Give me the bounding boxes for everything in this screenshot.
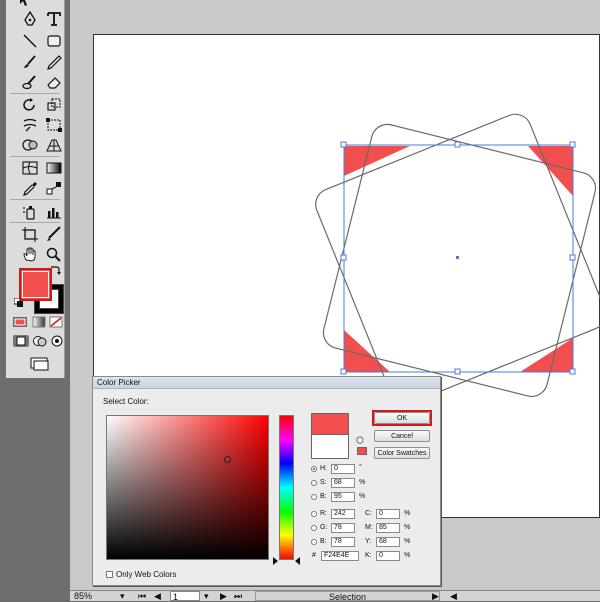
b-field[interactable]: 95: [331, 492, 355, 502]
status-bar: 85% ▾ ⏮ ◀ 1 ▾ ▶ ⏭ Selection ▶ ◀: [70, 590, 600, 602]
blue-radio[interactable]: [311, 539, 317, 545]
blue-field[interactable]: 78: [331, 537, 355, 547]
draw-behind-icon[interactable]: [32, 334, 48, 348]
b-unit: %: [359, 493, 366, 500]
scale-tool-icon[interactable]: [43, 95, 65, 115]
eyedropper-tool-icon[interactable]: [19, 178, 41, 198]
c-unit: %: [404, 510, 411, 517]
m-label: M:: [365, 524, 373, 531]
blend-tool-icon[interactable]: [43, 178, 65, 198]
hex-field[interactable]: F24E4E: [321, 551, 359, 561]
color-picker-dialog: Color Picker Select Color: ⬡ OK Cancel C…: [92, 376, 441, 586]
ok-button[interactable]: OK: [374, 412, 430, 424]
c-label: C:: [365, 510, 372, 517]
pencil-tool-icon[interactable]: [43, 52, 65, 72]
pen-tool-icon[interactable]: [19, 9, 41, 29]
line-tool-icon[interactable]: [19, 31, 41, 51]
hue-slider-right-marker[interactable]: [295, 557, 300, 565]
zoom-tool-icon[interactable]: [43, 244, 65, 264]
color-field-marker[interactable]: [224, 456, 231, 463]
h-radio[interactable]: [311, 466, 317, 472]
m-unit: %: [404, 524, 411, 531]
blob-brush-tool-icon[interactable]: [19, 72, 41, 92]
r-radio[interactable]: [311, 511, 317, 517]
type-tool-icon[interactable]: [43, 9, 65, 29]
shape-builder-tool-icon[interactable]: [19, 135, 41, 155]
only-web-colors-label: Only Web Colors: [116, 570, 177, 579]
m-field[interactable]: 85: [376, 523, 400, 533]
screen-mode-icon[interactable]: [28, 356, 52, 372]
tools-separator: [10, 93, 60, 94]
rotate-tool-icon[interactable]: [19, 95, 41, 115]
tools-panel-body: [6, 0, 65, 378]
select-color-label: Select Color:: [103, 397, 149, 406]
artboard-tool-icon[interactable]: [19, 224, 41, 244]
web-color-swatch[interactable]: [357, 447, 367, 455]
g-label: G:: [320, 524, 328, 531]
perspective-grid-tool-icon[interactable]: [43, 135, 65, 155]
tools-separator: [10, 222, 60, 223]
g-field[interactable]: 78: [331, 523, 355, 533]
mesh-tool-icon[interactable]: [19, 158, 41, 178]
y-label: Y:: [365, 538, 372, 545]
swap-fill-stroke-icon[interactable]: [49, 264, 61, 276]
draw-inside-icon[interactable]: [50, 334, 64, 348]
r-field[interactable]: 242: [331, 509, 355, 519]
color-mode-icon[interactable]: [12, 316, 28, 328]
fill-swatch[interactable]: [19, 268, 52, 301]
h-unit: °: [359, 464, 362, 471]
default-fill-stroke-icon[interactable]: [14, 298, 24, 308]
eraser-tool-icon[interactable]: [43, 72, 65, 92]
color-swatches-button[interactable]: Color Swatches: [374, 447, 430, 459]
hue-slider-left-marker[interactable]: [273, 557, 278, 565]
tools-separator: [10, 199, 60, 200]
s-label: S:: [320, 479, 327, 486]
b-radio[interactable]: [311, 494, 317, 500]
column-graph-tool-icon[interactable]: [43, 202, 65, 222]
tools-separator: [10, 156, 60, 157]
hand-tool-icon[interactable]: [19, 244, 41, 264]
slice-tool-icon[interactable]: [43, 224, 65, 244]
original-color-swatch[interactable]: [311, 435, 349, 459]
paintbrush-tool-icon[interactable]: [19, 52, 41, 72]
blue-label: B:: [320, 538, 327, 545]
y-unit: %: [404, 538, 411, 545]
free-transform-tool-icon[interactable]: [43, 115, 65, 135]
tools-panel: [0, 0, 70, 600]
gradient-tool-icon[interactable]: [43, 158, 65, 178]
g-radio[interactable]: [311, 525, 317, 531]
new-color-swatch: [311, 413, 349, 435]
only-web-colors-checkbox[interactable]: [106, 571, 113, 578]
center-point: [456, 256, 459, 259]
s-radio[interactable]: [311, 480, 317, 486]
warp-tool-icon[interactable]: [19, 115, 41, 135]
h-label: H:: [320, 465, 327, 472]
s-unit: %: [359, 479, 366, 486]
h-field[interactable]: 0: [331, 464, 355, 474]
dialog-title: Color Picker: [93, 377, 440, 389]
y-field[interactable]: 68: [376, 537, 400, 547]
s-field[interactable]: 68: [331, 478, 355, 488]
rectangle-tool-icon[interactable]: [43, 31, 65, 51]
c-field[interactable]: 0: [376, 509, 400, 519]
hue-slider[interactable]: [279, 415, 294, 560]
none-mode-icon[interactable]: [49, 316, 63, 328]
k-label: K:: [365, 552, 372, 559]
saturation-brightness-field[interactable]: [106, 415, 269, 560]
draw-normal-icon[interactable]: [12, 334, 30, 348]
r-label: R:: [320, 510, 327, 517]
symbol-sprayer-tool-icon[interactable]: [19, 202, 41, 222]
hex-label: #: [312, 552, 316, 559]
cancel-button[interactable]: Cancel: [374, 430, 430, 442]
gradient-mode-icon[interactable]: [32, 316, 46, 328]
out-of-gamut-cube-icon[interactable]: ⬡: [356, 435, 364, 446]
k-unit: %: [404, 552, 411, 559]
k-field[interactable]: 0: [376, 551, 400, 561]
b-label: B:: [320, 493, 327, 500]
